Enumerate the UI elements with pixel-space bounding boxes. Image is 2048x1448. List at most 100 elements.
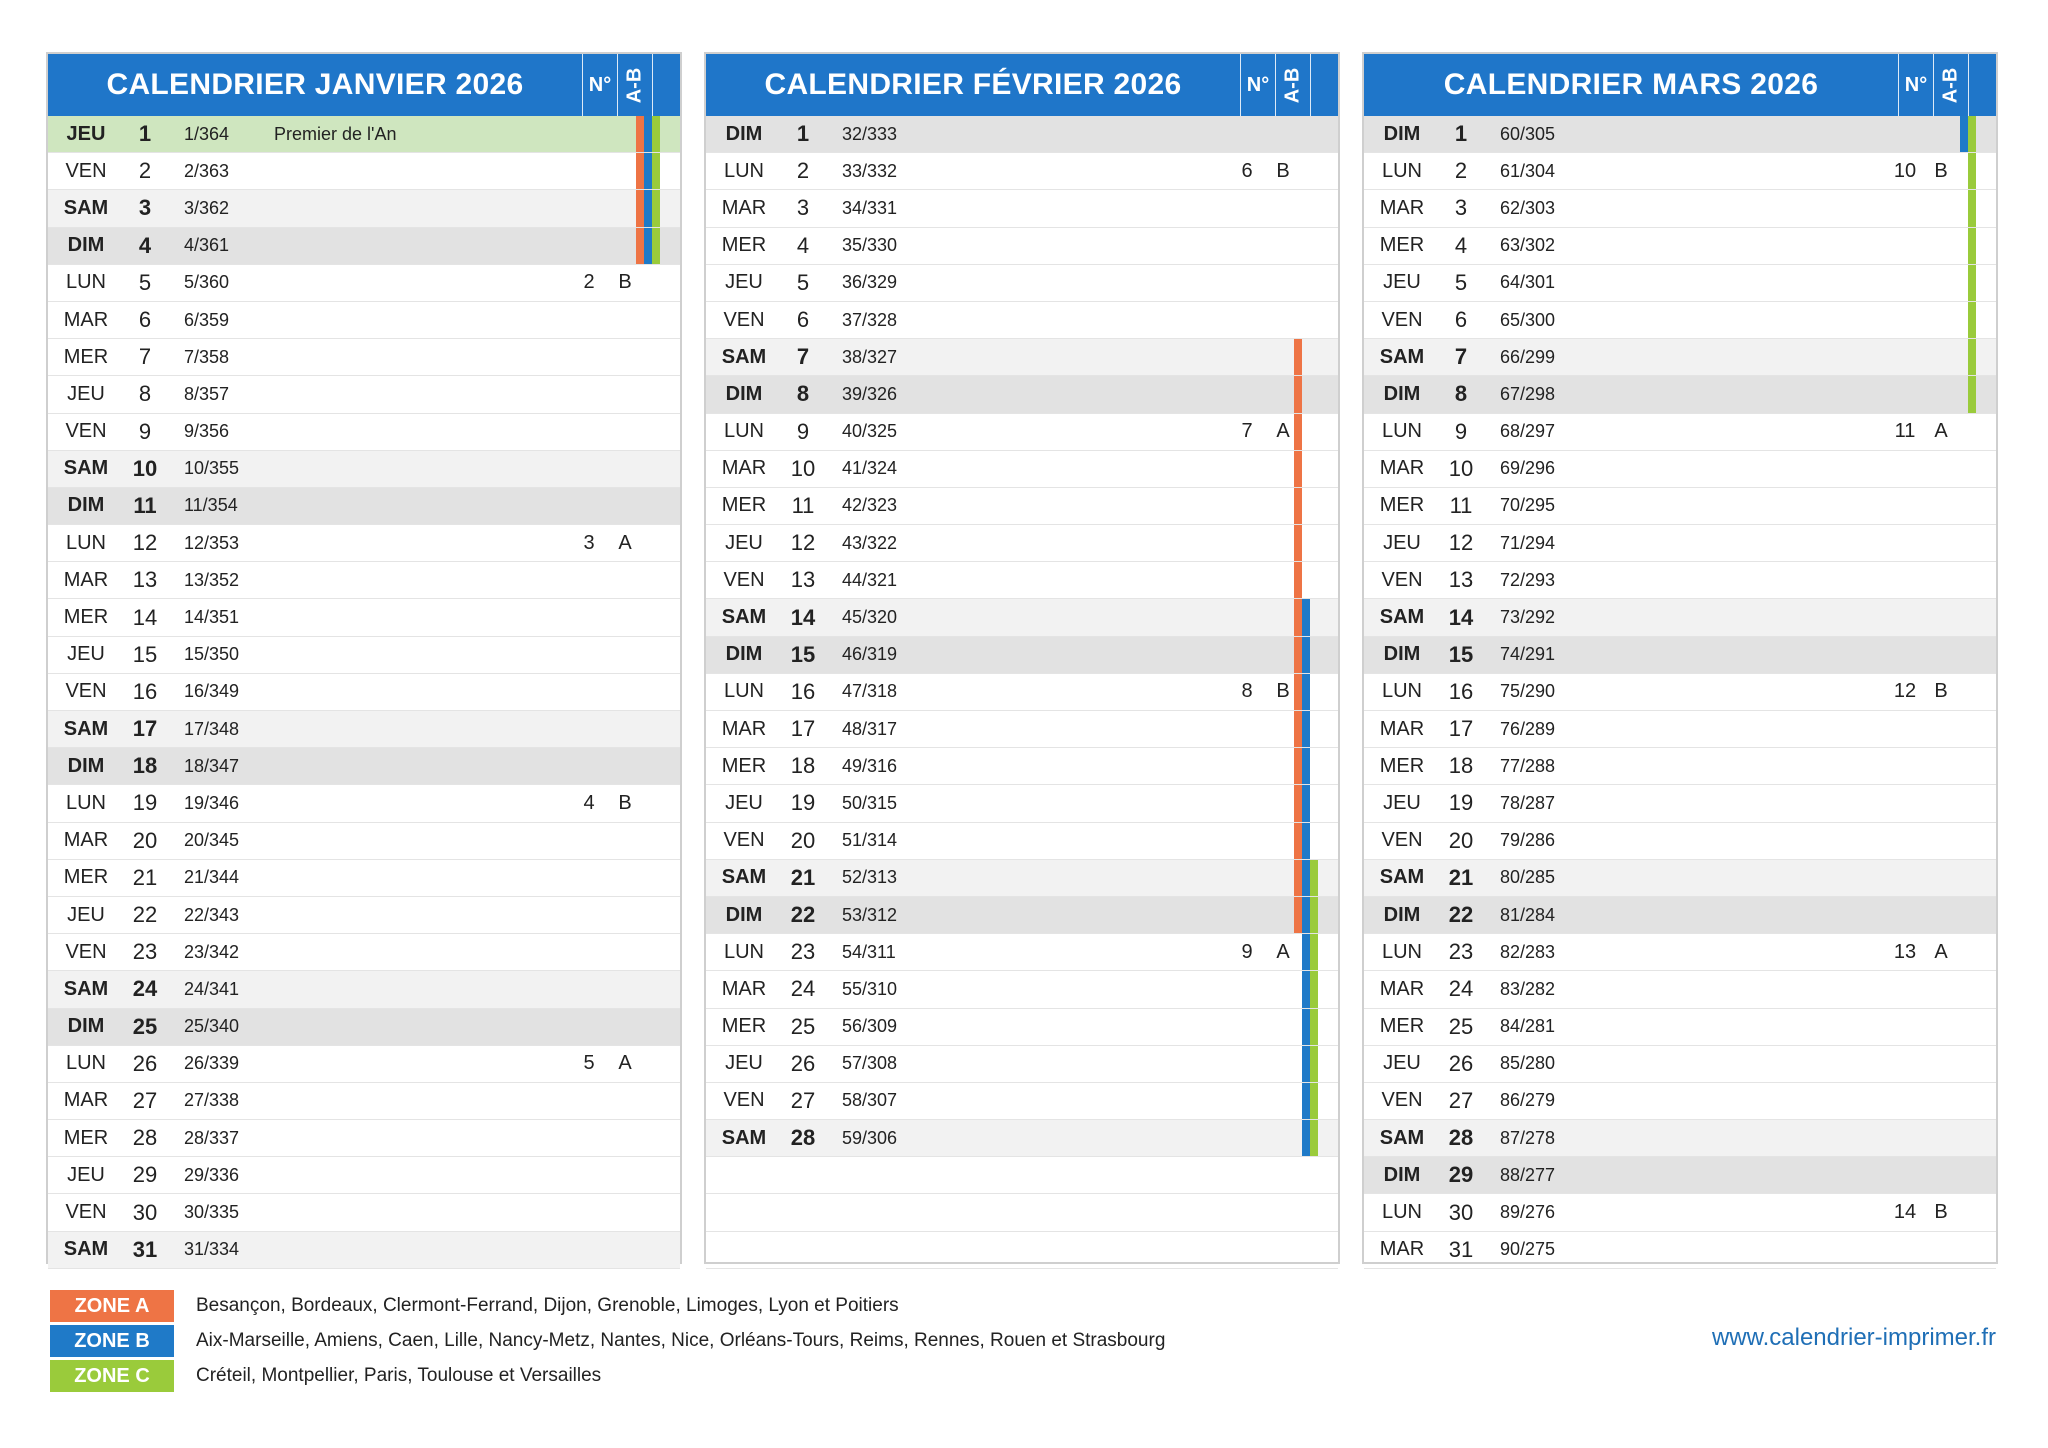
day-row: LUN 2 61/304 10 B bbox=[1364, 153, 1996, 191]
zone-a-holiday-bar bbox=[636, 116, 644, 153]
ab-week bbox=[1926, 302, 1956, 338]
day-of-year: 56/309 bbox=[842, 1016, 898, 1037]
ab-week bbox=[610, 562, 640, 598]
day-row: SAM 14 73/292 bbox=[1364, 599, 1996, 637]
day-number: 3 bbox=[1454, 195, 1468, 221]
zone-b-holiday-bar bbox=[1302, 896, 1310, 934]
day-of-year: 9/356 bbox=[184, 421, 230, 442]
ab-week bbox=[610, 376, 640, 412]
week-number-header: N° bbox=[1246, 73, 1270, 96]
week-number bbox=[574, 599, 604, 635]
weekday-label: LUN bbox=[1381, 1201, 1422, 1224]
month-header: CALENDRIER MARS 2026 N° A-B bbox=[1364, 54, 1996, 116]
day-number: 24 bbox=[1448, 976, 1474, 1002]
day-of-year: 32/333 bbox=[842, 123, 898, 144]
week-number bbox=[1890, 265, 1920, 301]
week-number bbox=[574, 711, 604, 747]
week-number bbox=[1232, 860, 1262, 896]
weekday-label: MAR bbox=[721, 977, 767, 1000]
day-of-year: 47/318 bbox=[842, 681, 898, 702]
week-number bbox=[1890, 1046, 1920, 1082]
day-row: SAM 21 80/285 bbox=[1364, 859, 1996, 897]
ab-week bbox=[610, 971, 640, 1007]
zone-a-holiday-bar bbox=[1294, 859, 1302, 896]
week-number bbox=[1232, 748, 1262, 784]
legend-zone-c: ZONE C Créteil, Montpellier, Paris, Toul… bbox=[50, 1360, 1350, 1394]
month-february: CALENDRIER FÉVRIER 2026 N° A-B DIM 1 32/33… bbox=[704, 52, 1340, 1269]
month-title: CALENDRIER JANVIER 2026 bbox=[106, 68, 524, 101]
day-number: 8 bbox=[796, 381, 810, 407]
ab-week bbox=[1926, 1083, 1956, 1119]
weekday-label: VEN bbox=[65, 420, 107, 443]
zone-b-badge: ZONE B bbox=[50, 1325, 174, 1357]
zone-b-holiday-bar bbox=[1302, 599, 1310, 636]
zone-a-holiday-bar bbox=[1294, 413, 1302, 450]
day-of-year: 89/276 bbox=[1500, 1202, 1556, 1223]
weekday-label: SAM bbox=[1379, 1126, 1425, 1149]
ab-week bbox=[610, 1120, 640, 1156]
day-of-year: 33/332 bbox=[842, 160, 898, 181]
day-of-year: 35/330 bbox=[842, 235, 898, 256]
day-of-year: 24/341 bbox=[184, 978, 240, 999]
day-of-year: 72/293 bbox=[1500, 569, 1556, 590]
week-number bbox=[1890, 302, 1920, 338]
month-header: CALENDRIER JANVIER 2026 N° A-B bbox=[48, 54, 680, 116]
day-row: DIM 25 25/340 bbox=[48, 1008, 680, 1046]
day-of-year: 43/322 bbox=[842, 532, 898, 553]
ab-week: A bbox=[618, 1052, 632, 1075]
day-number: 11 bbox=[791, 492, 815, 518]
weekday-label: LUN bbox=[1381, 420, 1422, 443]
day-of-year: 5/360 bbox=[184, 272, 230, 293]
day-row: DIM 22 53/312 bbox=[706, 896, 1338, 935]
weekday-label: VEN bbox=[723, 568, 765, 591]
day-of-year: 86/279 bbox=[1500, 1090, 1556, 1111]
day-number: 18 bbox=[132, 753, 158, 779]
week-number bbox=[1890, 190, 1920, 226]
day-row: MAR 3 62/303 bbox=[1364, 190, 1996, 228]
day-number: 17 bbox=[1448, 716, 1474, 742]
weekday-label: JEU bbox=[67, 903, 105, 926]
weekday-label: DIM bbox=[725, 643, 763, 666]
day-of-year: 81/284 bbox=[1500, 904, 1556, 925]
day-of-year: 52/313 bbox=[842, 867, 898, 888]
zone-c-holiday-bar bbox=[1968, 116, 1976, 153]
day-number: 22 bbox=[132, 902, 158, 928]
week-number bbox=[1890, 1232, 1920, 1268]
day-number: 30 bbox=[1448, 1199, 1474, 1225]
day-number: 23 bbox=[1448, 939, 1474, 965]
day-of-year: 65/300 bbox=[1500, 309, 1556, 330]
weekday-label: LUN bbox=[723, 940, 764, 963]
zone-a-holiday-bar bbox=[1294, 599, 1302, 636]
zone-c-holiday-bar bbox=[1310, 859, 1318, 896]
week-number bbox=[574, 1194, 604, 1230]
zone-b-holiday-bar bbox=[1302, 673, 1310, 710]
week-number bbox=[574, 1083, 604, 1119]
weekday-label: MER bbox=[63, 866, 109, 889]
website-link[interactable]: www.calendrier-imprimer.fr bbox=[1712, 1324, 1996, 1352]
weekday-label: VEN bbox=[65, 940, 107, 963]
day-rows: DIM 1 32/333 LUN 2 33/332 6 B MAR 3 34/331 MER 4 35/3… bbox=[706, 116, 1338, 1269]
ab-week bbox=[610, 674, 640, 710]
day-of-year: 37/328 bbox=[842, 309, 898, 330]
zone-a-holiday-bar bbox=[1294, 896, 1302, 934]
weekday-label: JEU bbox=[725, 1052, 763, 1075]
zone-b-holiday-bar bbox=[644, 153, 652, 190]
ab-week bbox=[1926, 971, 1956, 1007]
zone-c-holiday-bar bbox=[1968, 190, 1976, 227]
day-row: VEN 30 30/335 bbox=[48, 1194, 680, 1232]
week-number-header: N° bbox=[1904, 73, 1928, 96]
day-row: LUN 16 75/290 12 B bbox=[1364, 674, 1996, 711]
ab-week: B bbox=[1934, 680, 1948, 703]
ab-week bbox=[610, 637, 640, 673]
day-row: SAM 3 3/362 bbox=[48, 190, 680, 228]
day-row: MAR 17 76/289 bbox=[1364, 711, 1996, 749]
day-row: LUN 19 19/346 4 B bbox=[48, 785, 680, 823]
day-number: 22 bbox=[790, 902, 816, 928]
day-row: MER 4 63/302 bbox=[1364, 227, 1996, 265]
ab-week bbox=[1926, 1232, 1956, 1268]
day-row: LUN 2 33/332 6 B bbox=[706, 153, 1338, 191]
zone-b-holiday-bar bbox=[1960, 116, 1968, 153]
day-number: 3 bbox=[796, 195, 810, 221]
day-of-year: 50/315 bbox=[842, 792, 898, 813]
weekday-label: MAR bbox=[1379, 977, 1425, 1000]
